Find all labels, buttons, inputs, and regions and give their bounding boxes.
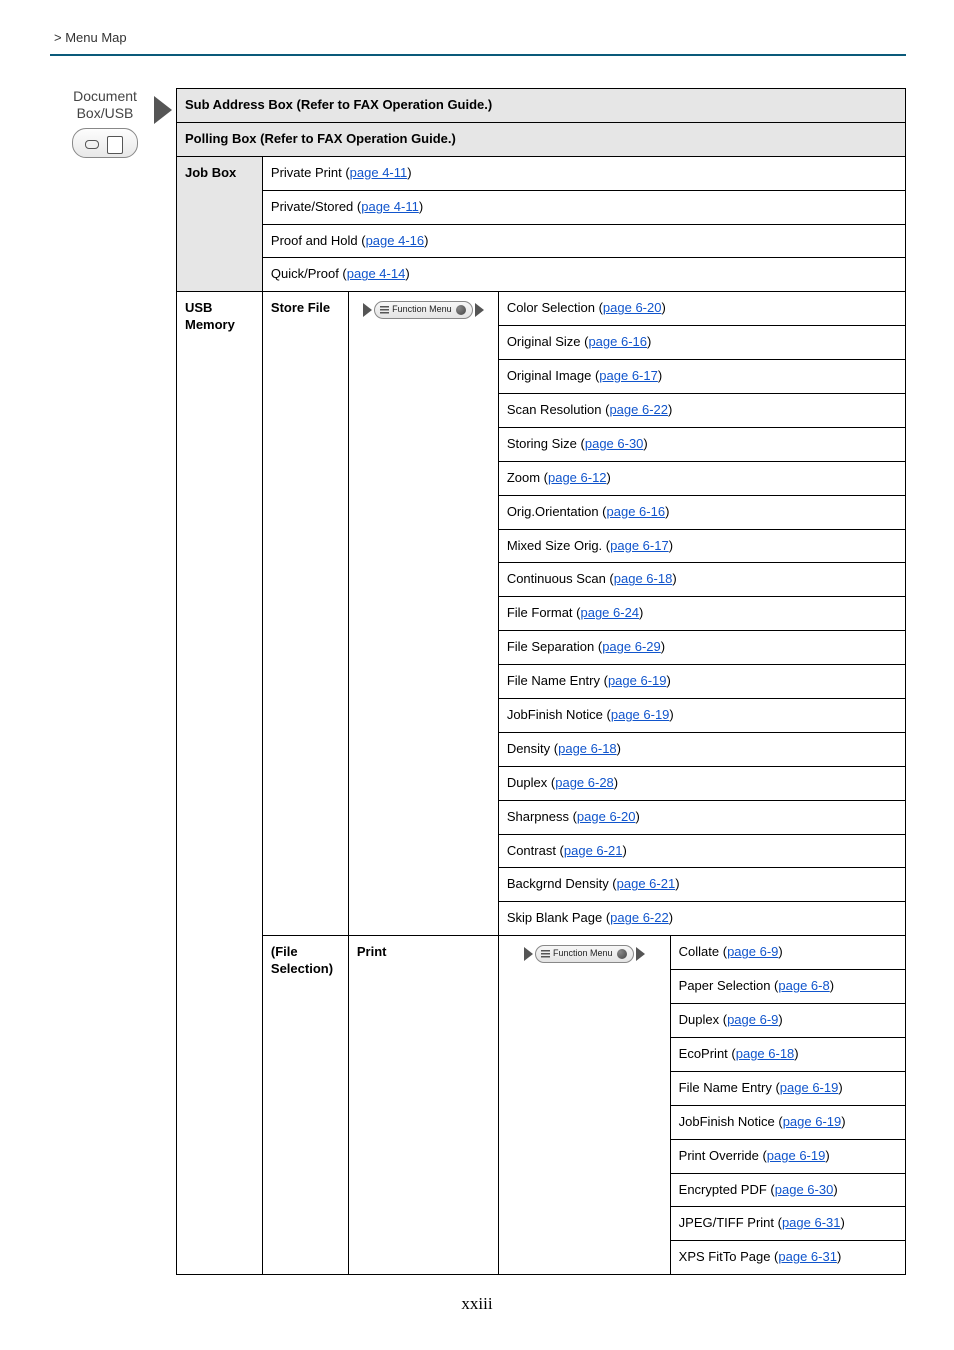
table-row: JobFinish Notice (page 6-19) <box>498 699 905 733</box>
breadcrumb: > Menu Map <box>54 30 127 45</box>
page-link[interactable]: page 6-18 <box>736 1046 795 1061</box>
table-row: Paper Selection (page 6-8) <box>670 970 905 1004</box>
print-header: Print <box>348 936 498 1275</box>
page-link[interactable]: page 6-16 <box>607 504 666 519</box>
page-link[interactable]: page 6-31 <box>778 1249 837 1264</box>
table-row: File Format (page 6-24) <box>498 597 905 631</box>
file-selection-header: (File Selection) <box>262 936 348 1275</box>
page-number: xxiii <box>0 1294 954 1314</box>
page-link[interactable]: page 6-17 <box>599 368 658 383</box>
table-row: Collate (page 6-9) <box>670 936 905 970</box>
table-row: Mixed Size Orig. (page 6-17) <box>498 529 905 563</box>
table-row: Backgrnd Density (page 6-21) <box>498 868 905 902</box>
page-link[interactable]: page 6-28 <box>555 775 614 790</box>
page-link[interactable]: page 6-18 <box>558 741 617 756</box>
page-link[interactable]: page 6-19 <box>780 1080 839 1095</box>
function-menu-cell: Function Menu <box>498 936 670 1275</box>
page-link[interactable]: page 6-20 <box>577 809 636 824</box>
page-link[interactable]: page 6-17 <box>610 538 669 553</box>
page-link[interactable]: page 6-19 <box>767 1148 826 1163</box>
page-link[interactable]: page 6-8 <box>778 978 829 993</box>
table-row: Storing Size (page 6-30) <box>498 427 905 461</box>
page-link[interactable]: page 6-21 <box>617 876 676 891</box>
polling-row: Polling Box (Refer to FAX Operation Guid… <box>177 122 906 156</box>
table-row: Contrast (page 6-21) <box>498 834 905 868</box>
page-link[interactable]: page 6-9 <box>727 944 778 959</box>
document-box-usb-key: Document Box/USB <box>50 88 160 163</box>
table-row: Scan Resolution (page 6-22) <box>498 394 905 428</box>
flow-arrow-icon <box>154 96 172 124</box>
page-link[interactable]: page 6-12 <box>548 470 607 485</box>
page-link[interactable]: page 6-19 <box>611 707 670 722</box>
page-link[interactable]: page 4-11 <box>350 165 408 180</box>
page-link[interactable]: page 6-19 <box>783 1114 842 1129</box>
table-row: Duplex (page 6-9) <box>670 1004 905 1038</box>
table-row: Sharpness (page 6-20) <box>498 800 905 834</box>
page-link[interactable]: page 6-24 <box>580 605 639 620</box>
table-row: EcoPrint (page 6-18) <box>670 1037 905 1071</box>
table-row: XPS FitTo Page (page 6-31) <box>670 1241 905 1275</box>
page-link[interactable]: page 6-16 <box>588 334 647 349</box>
table-row: File Separation (page 6-29) <box>498 631 905 665</box>
function-menu-key-icon: Function Menu <box>524 945 645 963</box>
table-row: Print Override (page 6-19) <box>670 1139 905 1173</box>
hardware-key-icon <box>72 128 138 158</box>
horizontal-rule <box>50 54 906 56</box>
table-row: JPEG/TIFF Print (page 6-31) <box>670 1207 905 1241</box>
table-row: Zoom (page 6-12) <box>498 461 905 495</box>
table-row: File Name Entry (page 6-19) <box>670 1071 905 1105</box>
table-row: Density (page 6-18) <box>498 732 905 766</box>
page-link[interactable]: page 6-29 <box>602 639 661 654</box>
page-link[interactable]: page 6-19 <box>608 673 667 688</box>
table-row: Private Print (page 4-11) <box>262 156 905 190</box>
table-row: Private/Stored (page 4-11) <box>262 190 905 224</box>
table-row: Original Size (page 6-16) <box>498 326 905 360</box>
page-link[interactable]: page 6-9 <box>727 1012 778 1027</box>
function-menu-key-icon: Function Menu <box>363 301 484 319</box>
job-box-header: Job Box <box>177 156 263 292</box>
table-row: Original Image (page 6-17) <box>498 360 905 394</box>
function-menu-cell: Function Menu <box>348 292 498 936</box>
key-label: Document Box/USB <box>50 88 160 122</box>
page-link[interactable]: page 6-30 <box>775 1182 834 1197</box>
page-link[interactable]: page 6-20 <box>603 300 662 315</box>
page-link[interactable]: page 6-30 <box>585 436 644 451</box>
table-row: File Name Entry (page 6-19) <box>498 665 905 699</box>
table-row: Color Selection (page 6-20) <box>498 292 905 326</box>
page-link[interactable]: page 4-11 <box>361 199 419 214</box>
usb-memory-header: USB Memory <box>177 292 263 1275</box>
page-link[interactable]: page 6-18 <box>614 571 673 586</box>
table-row: Continuous Scan (page 6-18) <box>498 563 905 597</box>
table-row: Quick/Proof (page 4-14) <box>262 258 905 292</box>
page-link[interactable]: page 6-22 <box>610 910 669 925</box>
table-row: Encrypted PDF (page 6-30) <box>670 1173 905 1207</box>
page-link[interactable]: page 6-22 <box>609 402 668 417</box>
table-row: Duplex (page 6-28) <box>498 766 905 800</box>
page-link[interactable]: page 4-16 <box>366 233 425 248</box>
table-row: Proof and Hold (page 4-16) <box>262 224 905 258</box>
sub-address-row: Sub Address Box (Refer to FAX Operation … <box>177 89 906 123</box>
store-file-header: Store File <box>262 292 348 936</box>
table-row: Skip Blank Page (page 6-22) <box>498 902 905 936</box>
page-link[interactable]: page 6-21 <box>564 843 623 858</box>
menu-map-table: Sub Address Box (Refer to FAX Operation … <box>176 88 906 1275</box>
page-link[interactable]: page 6-31 <box>782 1215 841 1230</box>
table-row: Orig.Orientation (page 6-16) <box>498 495 905 529</box>
table-row: JobFinish Notice (page 6-19) <box>670 1105 905 1139</box>
page-link[interactable]: page 4-14 <box>347 266 406 281</box>
